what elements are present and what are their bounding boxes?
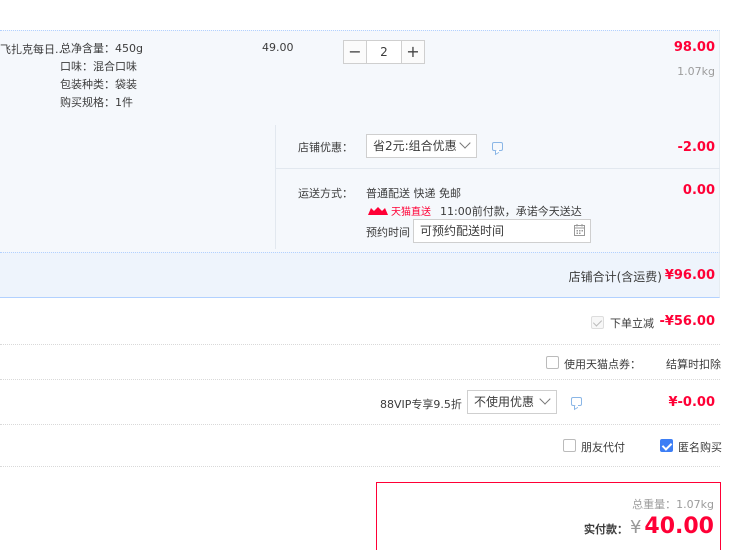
tmall-points-checkbox[interactable] (546, 356, 559, 369)
message-icon[interactable] (492, 142, 503, 151)
shop-discount-select[interactable]: 省2元:组合优惠 (366, 134, 477, 158)
tmall-points-note: 结算时扣除 (666, 358, 721, 371)
actual-payment-label: 实付款： (583, 523, 628, 536)
vip-amount: ¥-0.00 (668, 395, 715, 410)
currency-symbol: ¥ (629, 517, 642, 538)
tmall-direct-badge: 天猫直送 (367, 203, 431, 218)
vip-discount-value: 不使用优惠 (474, 395, 535, 409)
product-weight: 1.07kg (677, 65, 715, 78)
tmall-points-label: 使用天猫点券： (564, 358, 641, 371)
total-weight-label: 总重量： (632, 498, 677, 511)
divider (0, 379, 720, 380)
divider (0, 424, 720, 425)
appointment-placeholder: 可预约配送时间 (420, 224, 505, 238)
tmall-badge-text: 天猫直送 (391, 207, 431, 218)
product-title[interactable]: 飞扎克每日... (0, 41, 66, 57)
actual-payment: 实付款： ¥ 40.00 (584, 514, 714, 539)
instant-discount-label: 下单立减 (610, 317, 654, 330)
quantity-minus-button[interactable]: − (343, 40, 367, 64)
product-attributes: 总净含量：450g 口味：混合口味 包装种类：袋装 购买规格：1件 (60, 40, 143, 112)
divider (0, 344, 720, 345)
product-subtotal: 98.00 (673, 40, 715, 55)
unit-price: 49.00 (262, 41, 294, 54)
chevron-down-icon (459, 137, 471, 149)
shop-options-panel (0, 122, 720, 252)
message-icon[interactable] (571, 397, 582, 406)
instant-discount-checkbox (591, 316, 604, 329)
quantity-stepper: − 2 + (343, 40, 425, 64)
total-weight: 总重量：1.07kg (632, 496, 714, 512)
friend-pay-checkbox[interactable] (563, 439, 576, 452)
shop-discount-label: 店铺优惠： (298, 141, 353, 154)
actual-payment-amount: 40.00 (644, 514, 714, 539)
attr-net-weight: 总净含量：450g (60, 42, 143, 55)
vip-label: 88VIP专享9.5折 (380, 398, 462, 411)
attr-packaging: 包装种类：袋装 (60, 78, 137, 91)
anonymous-purchase-label: 匿名购买 (678, 441, 722, 454)
shop-total-label: 店铺合计(含运费) (568, 270, 662, 284)
appointment-label: 预约时间 (366, 226, 410, 239)
tmall-logo-icon (368, 206, 388, 215)
shop-discount-amount: -2.00 (677, 140, 715, 155)
chevron-down-icon (539, 393, 551, 405)
instant-discount-amount: -¥56.00 (659, 314, 715, 329)
shipping-description: 普通配送 快递 免邮 (366, 187, 461, 200)
total-weight-value: 1.07kg (676, 498, 714, 511)
shipping-amount: 0.00 (682, 183, 715, 198)
shipping-label: 运送方式： (298, 187, 353, 200)
divider (276, 168, 720, 169)
divider (0, 466, 720, 467)
vip-discount-select[interactable]: 不使用优惠 (467, 390, 557, 414)
shop-discount-value: 省2元:组合优惠 (373, 139, 457, 153)
calendar-icon (574, 224, 585, 236)
appointment-time-picker[interactable]: 可预约配送时间 (413, 219, 591, 243)
quantity-plus-button[interactable]: + (401, 40, 425, 64)
attr-flavor: 口味：混合口味 (60, 60, 137, 73)
friend-pay-label: 朋友代付 (581, 441, 625, 454)
shop-total-amount: ¥96.00 (664, 268, 715, 283)
divider (275, 125, 276, 249)
delivery-promise: 11:00前付款，承诺今天送达 (440, 205, 582, 218)
quantity-input[interactable]: 2 (367, 40, 401, 64)
attr-spec: 购买规格：1件 (60, 96, 133, 109)
anonymous-purchase-checkbox[interactable] (660, 439, 673, 452)
